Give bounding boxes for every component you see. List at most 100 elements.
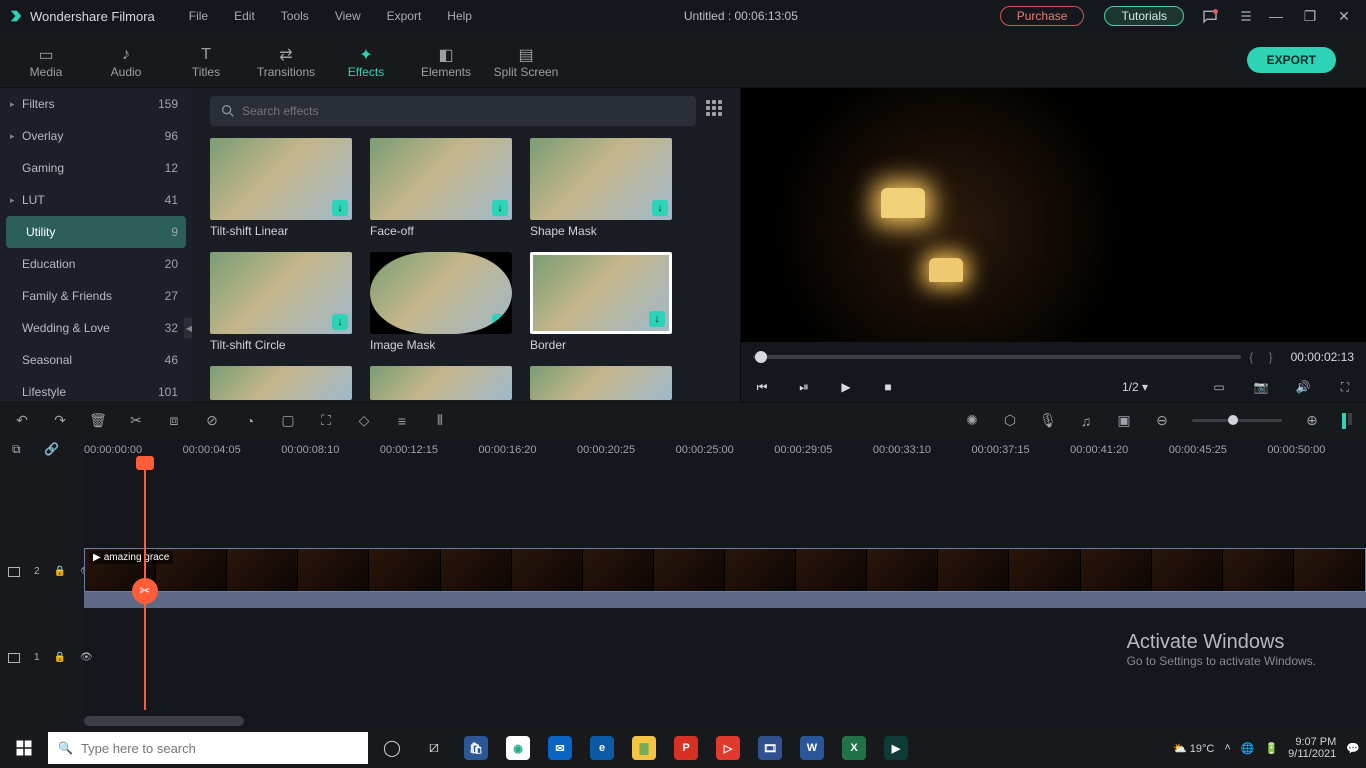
scissors-icon[interactable]: ✂ [132,578,158,604]
undo-button[interactable]: ↶ [14,413,30,429]
category-wedding-love[interactable]: Wedding & Love32 [0,312,192,344]
tab-audio[interactable]: ♪Audio [86,39,166,81]
zoom-out-button[interactable]: ⊖ [1154,413,1170,429]
zoom-to-fit-button[interactable] [1342,413,1352,429]
zoom-in-button[interactable]: ⊕ [1304,413,1320,429]
menu-help[interactable]: Help [437,5,482,27]
download-icon[interactable] [652,200,668,216]
record-vo-button[interactable]: 🎙 [1040,413,1056,429]
adjust-button[interactable]: ≡ [394,413,410,429]
effect-shape-mask[interactable]: Shape Mask [530,138,672,238]
category-lifestyle[interactable]: Lifestyle101 [0,376,192,402]
effect-border[interactable]: Border [530,252,672,352]
tray-chevron-icon[interactable]: ˄ [1224,742,1230,754]
track-1-header[interactable]: 1🔒👁 [8,652,93,663]
display-ratio[interactable]: 1/2 ▾ [1122,380,1148,394]
mark-brackets[interactable]: { } [1249,350,1278,364]
preview-viewport[interactable] [741,88,1366,342]
task-view-icon[interactable]: ◯ [374,732,410,764]
ms-store-icon[interactable]: 🛍 [458,732,494,764]
export-button[interactable]: EXPORT [1247,47,1336,73]
maximize-button[interactable]: ❐ [1296,8,1324,25]
chrome-icon[interactable]: ◉ [500,732,536,764]
timeline-ruler[interactable]: 00:00:00:0000:00:04:0500:00:08:1000:00:1… [0,438,1366,462]
play-button[interactable]: ▶ [837,380,855,394]
menu-file[interactable]: File [179,5,218,27]
category-overlay[interactable]: ▸Overlay96 [0,120,192,152]
taskbar-search-input[interactable] [81,741,358,756]
effect-face-off[interactable]: Face-off [370,138,512,238]
category-family-friends[interactable]: Family & Friends27 [0,280,192,312]
start-button[interactable] [6,732,42,764]
effect-tilt-shift-circle[interactable]: Tilt-shift Circle [210,252,352,352]
minimize-button[interactable]: — [1262,8,1290,24]
volume-icon[interactable]: 🔊 [1294,380,1312,394]
purchase-button[interactable]: Purchase [1000,6,1085,26]
zoom-slider[interactable] [1192,419,1282,422]
manage-tracks-icon[interactable]: ⧉ [12,442,21,457]
cortana-icon[interactable]: ⧄ [416,732,452,764]
audio-sync-button[interactable]: ⦀ [432,413,448,429]
effect-image-mask[interactable]: Image Mask [370,252,512,352]
tab-titles[interactable]: TTitles [166,39,246,81]
keyframe-button[interactable]: ◇ [356,413,372,429]
category-filters[interactable]: ▸Filters159 [0,88,192,120]
lock-icon[interactable]: 🔒 [54,566,66,577]
green-screen-button[interactable]: ▢ [280,413,296,429]
category-seasonal[interactable]: Seasonal46 [0,344,192,376]
audio-clip[interactable] [84,592,1366,608]
network-icon[interactable]: 🌐 [1241,742,1255,755]
download-icon[interactable] [332,314,348,330]
seek-bar[interactable] [753,355,1241,359]
timeline-scrollbar[interactable] [84,716,244,726]
tab-split-screen[interactable]: ▤Split Screen [486,39,566,81]
audio-mixer-button[interactable]: ♫ [1078,413,1094,429]
clock[interactable]: 9:07 PM 9/11/2021 [1288,736,1336,760]
download-icon[interactable] [492,200,508,216]
prev-frame-button[interactable]: ⏮ [753,380,771,395]
download-icon[interactable] [492,314,508,330]
filmora-taskbar-icon[interactable]: ▶ [878,732,914,764]
category-gaming[interactable]: Gaming12 [0,152,192,184]
menu-view[interactable]: View [325,5,371,27]
edge-icon[interactable]: e [584,732,620,764]
menu-export[interactable]: Export [377,5,432,27]
taskbar-search[interactable]: 🔍 [48,732,368,764]
tab-media[interactable]: ▭Media [6,39,86,81]
speed-button[interactable]: ⊘ [204,413,220,429]
category-utility[interactable]: Utility9 [6,216,186,248]
color-button[interactable]: ◔ [242,413,258,429]
video-editor-icon[interactable]: 🎞 [752,732,788,764]
sample-color-button[interactable]: ▣ [1116,413,1132,429]
notifications-icon[interactable]: 💬 [1346,742,1360,755]
menu-edit[interactable]: Edit [224,5,265,27]
sidebar-collapse-icon[interactable]: ◀ [184,318,192,338]
list-icon[interactable] [1236,6,1256,26]
pdf-icon[interactable]: P [668,732,704,764]
effect-more[interactable] [370,366,512,400]
fullscreen-icon[interactable]: ⛶ [1336,380,1354,395]
motion-track-button[interactable]: ⛶ [318,413,334,429]
tutorials-button[interactable]: Tutorials [1104,6,1184,26]
grid-view-icon[interactable] [706,100,728,122]
render-button[interactable]: ✺ [964,413,980,429]
tab-elements[interactable]: ◧Elements [406,39,486,81]
download-icon[interactable] [332,200,348,216]
menu-tools[interactable]: Tools [271,5,319,27]
tab-effects[interactable]: ✦Effects [326,39,406,81]
file-explorer-icon[interactable]: ▇ [626,732,662,764]
split-button[interactable]: ✂ [128,413,144,429]
category-lut[interactable]: ▸LUT41 [0,184,192,216]
link-toggle-icon[interactable]: 🔗 [44,442,59,456]
mail-icon[interactable]: ✉ [542,732,578,764]
recorder-icon[interactable]: ▷ [710,732,746,764]
display-settings-icon[interactable]: ▭ [1210,380,1228,394]
close-button[interactable]: ✕ [1330,8,1358,25]
lock-icon[interactable]: 🔒 [54,652,66,663]
effect-more[interactable] [210,366,352,400]
tab-transitions[interactable]: ⇄Transitions [246,39,326,81]
effect-tilt-shift-linear[interactable]: Tilt-shift Linear [210,138,352,238]
messages-icon[interactable] [1200,6,1220,26]
snapshot-icon[interactable]: 📷 [1252,380,1270,394]
effect-more[interactable] [530,366,672,400]
